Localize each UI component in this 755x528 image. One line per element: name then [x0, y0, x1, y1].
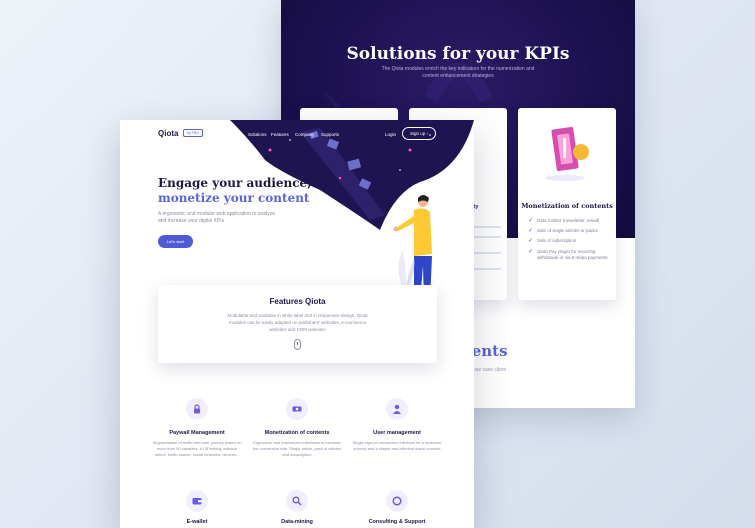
feature-item: Paywall Management Segmentation of traff… [152, 430, 242, 457]
placeholder-line [471, 236, 501, 238]
placeholder-line [471, 268, 501, 270]
nav-link-features[interactable]: Features [271, 132, 289, 137]
hero-text: A ergonomic and modular web application … [158, 211, 276, 224]
placeholder-line [471, 252, 501, 254]
back-title: Solutions for your KPIs [346, 44, 570, 64]
search-icon [286, 490, 308, 512]
check-icon: ✓ [528, 218, 534, 224]
nav-link-solutions[interactable]: Solutions [248, 132, 267, 137]
features-card: Features Qiota Modulable and available i… [158, 285, 437, 363]
back-card-right: Monetization of contents ✓ Data Collect (… [518, 108, 616, 300]
features-title: Features Qiota [269, 297, 326, 306]
top-navbar: Qiota by TBS Solutions Features Company … [120, 120, 474, 146]
check-icon: ✓ [528, 238, 534, 244]
bullet-item: ✓ Qiota Pay plugin for recurring withdraw… [528, 249, 608, 260]
bullet-item: ✓ Data Collect (newsletter, email) [528, 218, 600, 224]
bullet-item: ✓ Sale of subscription [528, 238, 577, 244]
scroll-mouse-icon[interactable] [294, 339, 301, 350]
bullet-item: ✓ Sale of single articles or packs [528, 228, 598, 234]
feature-item: Consulting & Support [368, 519, 426, 525]
wallet-icon [186, 490, 208, 512]
logo-badge: by TBS [183, 129, 203, 137]
lets-start-button[interactable]: Let's start [158, 235, 193, 248]
front-page-preview: Qiota by TBS Solutions Features Company … [120, 120, 474, 528]
feature-item: User management Single sign-on connectio… [352, 430, 442, 451]
nav-link-company[interactable]: Company [295, 132, 314, 137]
nav-link-supports[interactable]: Supports [321, 132, 339, 137]
back-subtitle: The Qiota modules enrich the key indicat… [381, 66, 535, 79]
support-icon [386, 490, 408, 512]
check-icon: ✓ [528, 228, 534, 234]
money-icon [286, 398, 308, 420]
payment-illustration-icon [545, 126, 589, 181]
signup-button[interactable]: Sign up › [402, 127, 436, 140]
feature-item: Data-mining [281, 519, 313, 525]
logo[interactable]: Qiota [158, 129, 178, 138]
check-icon: ✓ [528, 249, 534, 255]
lock-icon [186, 398, 208, 420]
placeholder-line [471, 226, 501, 228]
hero-title: Engage your audience, monetize your cont… [158, 176, 312, 205]
login-link[interactable]: Login [385, 132, 396, 137]
back-section-subtitle: use case client [473, 367, 507, 373]
feature-item: E-wallet [186, 519, 208, 525]
user-icon [386, 398, 408, 420]
feature-item: Monetization of contents Ergonomic and c… [252, 430, 342, 457]
features-text: Modulable and available in white label a… [227, 313, 368, 332]
back-card-right-title: Monetization of contents [521, 202, 613, 210]
